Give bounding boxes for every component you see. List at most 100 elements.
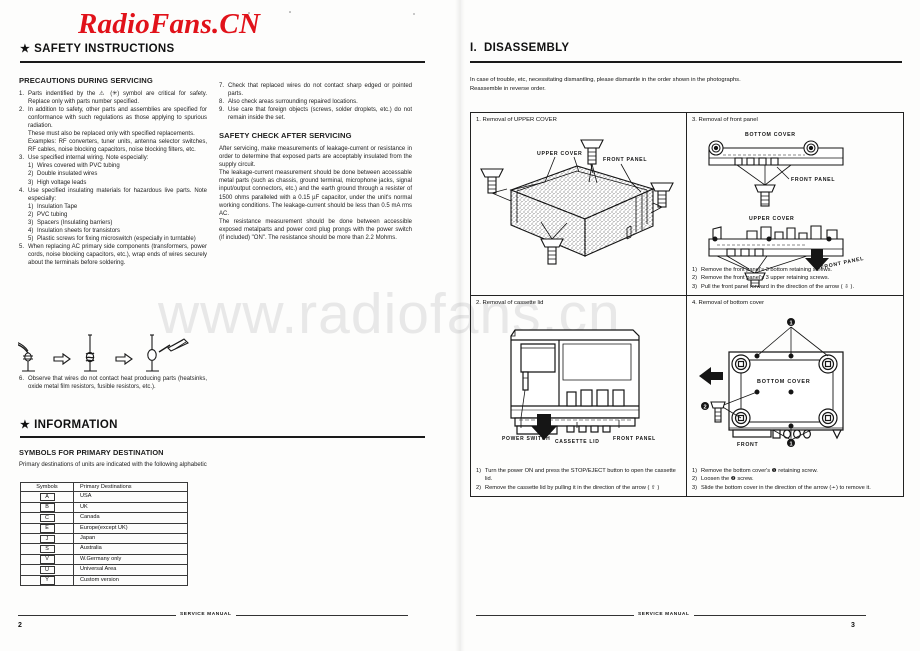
section-2-steps: 1) Turn the power ON and press the STOP/E… xyxy=(476,467,681,492)
disassembly-section-2: 2. Removal of cassette lid POWER SWITCH … xyxy=(471,296,687,496)
front-panel-label: FRONT PANEL xyxy=(613,436,656,442)
cassette-lid-label: CASSETTE LID xyxy=(555,439,600,445)
symbol-cell: V xyxy=(20,553,74,566)
destination-cell: Universal Area xyxy=(73,564,188,576)
svg-text:2: 2 xyxy=(703,405,706,411)
precautions-column: PRECAUTIONS DURING SERVICING 1. Parts ind… xyxy=(19,75,207,267)
page-2: ★ SAFETY INSTRUCTIONS PRECAUTIONS DURING … xyxy=(0,0,460,651)
symbols-subhead: SYMBOLS FOR PRIMARY DESTINATION xyxy=(19,448,164,457)
soldering-sequence-figure xyxy=(18,330,214,374)
safety-check-subhead: SAFETY CHECK AFTER SERVICING xyxy=(219,131,352,141)
sub-list-item: 1) Wires covered with PVC tubing xyxy=(28,163,120,170)
destination-cell: Custom version xyxy=(73,574,188,587)
destination-cell: Australia xyxy=(73,543,188,555)
list-item: 1. Parts indentified by the ⚠ (✳) symbol … xyxy=(19,91,207,106)
table-row: Y Custom version xyxy=(20,574,188,587)
section-number: I. xyxy=(470,42,477,54)
list-item: 5. When replacing AC primary side compone… xyxy=(19,243,207,266)
list-item: 6. Observe that wires do not contact heat… xyxy=(19,376,207,391)
sub-list-item: 2) PVC tubing xyxy=(28,211,68,218)
svg-text:FRONT PANEL: FRONT PANEL xyxy=(603,157,647,163)
page-3: I. DISASSEMBLY In case of trouble, etc, n… xyxy=(460,0,920,651)
section-title: 4. Removal of bottom cover xyxy=(692,300,765,306)
disassembly-section-3: 3. Removal of front panel BOTTOM COVER F… xyxy=(687,113,903,296)
safety-check-para: After servicing, make measurements of le… xyxy=(219,146,412,169)
svg-text:BOTTOM COVER: BOTTOM COVER xyxy=(745,132,796,138)
information-title: INFORMATION xyxy=(34,419,118,431)
primary-destination-table: Symbols Primary Destinations A USA B UK CC… xyxy=(20,481,188,587)
disassembly-intro: In case of trouble, etc, necessitating d… xyxy=(470,77,741,92)
table-row: V W.Germany only xyxy=(20,553,188,566)
disassembly-grid: 1. Removal of UPPER COVER UPPER COVER FR… xyxy=(470,112,904,497)
page-3-footer: SERVICE MANUAL 3 xyxy=(460,595,920,651)
symbol-cell: A xyxy=(20,491,74,503)
scanned-manual-spread: RadioFans.CN www.radiofans.cn ★ SAFETY IN… xyxy=(0,0,920,651)
sub-list-item: 3) Spacers (Insulating barriers) xyxy=(28,219,113,226)
sub-list-item: 3) High voltage leads xyxy=(28,179,87,186)
table-row: E Europe(except UK) xyxy=(20,522,188,535)
step: 2) Loosen the ❷ screw. xyxy=(692,476,754,483)
symbol-cell: U xyxy=(20,564,74,576)
table-row: S Australia xyxy=(20,543,188,555)
svg-text:UPPER COVER: UPPER COVER xyxy=(749,216,794,222)
destination-cell: USA xyxy=(73,491,188,503)
section-title: 2. Removal of cassette lid xyxy=(476,300,544,306)
safety-check-para: The leakage-current measurement should b… xyxy=(219,170,412,217)
sub-list-item: 4) Insulation sheets for transistors xyxy=(28,227,121,234)
svg-text:FRONT: FRONT xyxy=(737,442,758,448)
heading-rule xyxy=(470,61,902,63)
section-title: 1. Removal of UPPER COVER xyxy=(476,117,557,123)
destination-cell: Japan xyxy=(73,533,188,545)
symbol-cell: J xyxy=(20,533,74,545)
table-row: U Universal Area xyxy=(20,564,188,576)
step: 1) Turn the power ON and press the STOP/E… xyxy=(476,468,676,483)
sub-list-item: 5) Plastic screws for fixing microswitch … xyxy=(28,235,196,242)
step: 3) Slide the bottom cover in the directio… xyxy=(692,484,871,491)
heading-rule xyxy=(20,61,425,63)
sub-list-item: 1) Insulation Tape xyxy=(28,203,78,210)
disassembly-section-1: 1. Removal of UPPER COVER UPPER COVER FR… xyxy=(471,113,687,296)
list-item: 4. Use specified insulating materials for… xyxy=(19,187,207,202)
precautions-subhead: PRECAUTIONS DURING SERVICING xyxy=(19,76,153,85)
safety-instructions-title: SAFETY INSTRUCTIONS xyxy=(34,43,175,55)
upper-cover-figure: UPPER COVER FRONT PANEL COVER xyxy=(471,127,686,292)
list-item-cont: These must also be replaced only with sp… xyxy=(28,131,195,138)
list-item-cont: Examples: RF converters, tuner units, an… xyxy=(28,139,207,154)
page-number: 3 xyxy=(851,622,855,629)
table-row: B UK xyxy=(20,501,188,514)
table-row: A USA xyxy=(20,491,188,503)
destination-cell: UK xyxy=(73,501,188,514)
section-3-steps: 1) Remove the front panel's 3 bottom reta… xyxy=(692,266,898,291)
symbol-cell: S xyxy=(20,543,74,555)
step: 1) Remove the front panel's 3 bottom reta… xyxy=(692,267,833,274)
table-row: J Japan xyxy=(20,533,188,545)
page-number: 2 xyxy=(18,622,22,629)
step: 3) Pull the front panel forward in the di… xyxy=(692,283,855,290)
list-item: 7. Check that replaced wires do not conta… xyxy=(219,83,412,98)
symbol-cell: E xyxy=(20,522,74,535)
cassette-lid-figure xyxy=(471,310,686,442)
footer-label: SERVICE MANUAL xyxy=(176,612,236,617)
footer-label: SERVICE MANUAL xyxy=(634,612,694,617)
list-item: 8. Also check areas surrounding repaired … xyxy=(219,99,358,106)
list-item: 2. In addition to safety, other parts and… xyxy=(19,107,207,130)
table-header-row: Symbols Primary Destinations xyxy=(20,481,188,493)
col-header-destinations: Primary Destinations xyxy=(73,481,188,493)
disassembly-section-4: 4. Removal of bottom cover 1 1 2 FRONT B… xyxy=(687,296,903,496)
symbols-section: SYMBOLS FOR PRIMARY DESTINATION Primary … xyxy=(19,447,207,469)
page-2-footer: SERVICE MANUAL 2 xyxy=(0,595,460,651)
safety-instructions-heading: ★ SAFETY INSTRUCTIONS xyxy=(20,42,174,55)
symbols-intro: Primary destinations of units are indica… xyxy=(19,462,207,468)
safety-check-column: 7. Check that replaced wires do not conta… xyxy=(219,82,412,242)
svg-text:1: 1 xyxy=(789,321,792,327)
svg-text:1: 1 xyxy=(789,442,792,448)
destination-cell: W.Germany only xyxy=(73,553,188,566)
section-4-steps: 1) Remove the bottom cover's ❶ retaining … xyxy=(692,467,898,492)
heading-rule xyxy=(20,436,425,438)
destination-cell: Europe(except UK) xyxy=(73,522,188,535)
svg-text:FRONT PANEL: FRONT PANEL xyxy=(791,177,835,183)
star-icon: ★ xyxy=(20,43,31,55)
svg-text:BOTTOM COVER: BOTTOM COVER xyxy=(757,379,811,385)
list-item: 9. Use care that foreign objects (screws,… xyxy=(219,107,412,122)
safety-check-para: The resistance measurement should be don… xyxy=(219,218,412,241)
